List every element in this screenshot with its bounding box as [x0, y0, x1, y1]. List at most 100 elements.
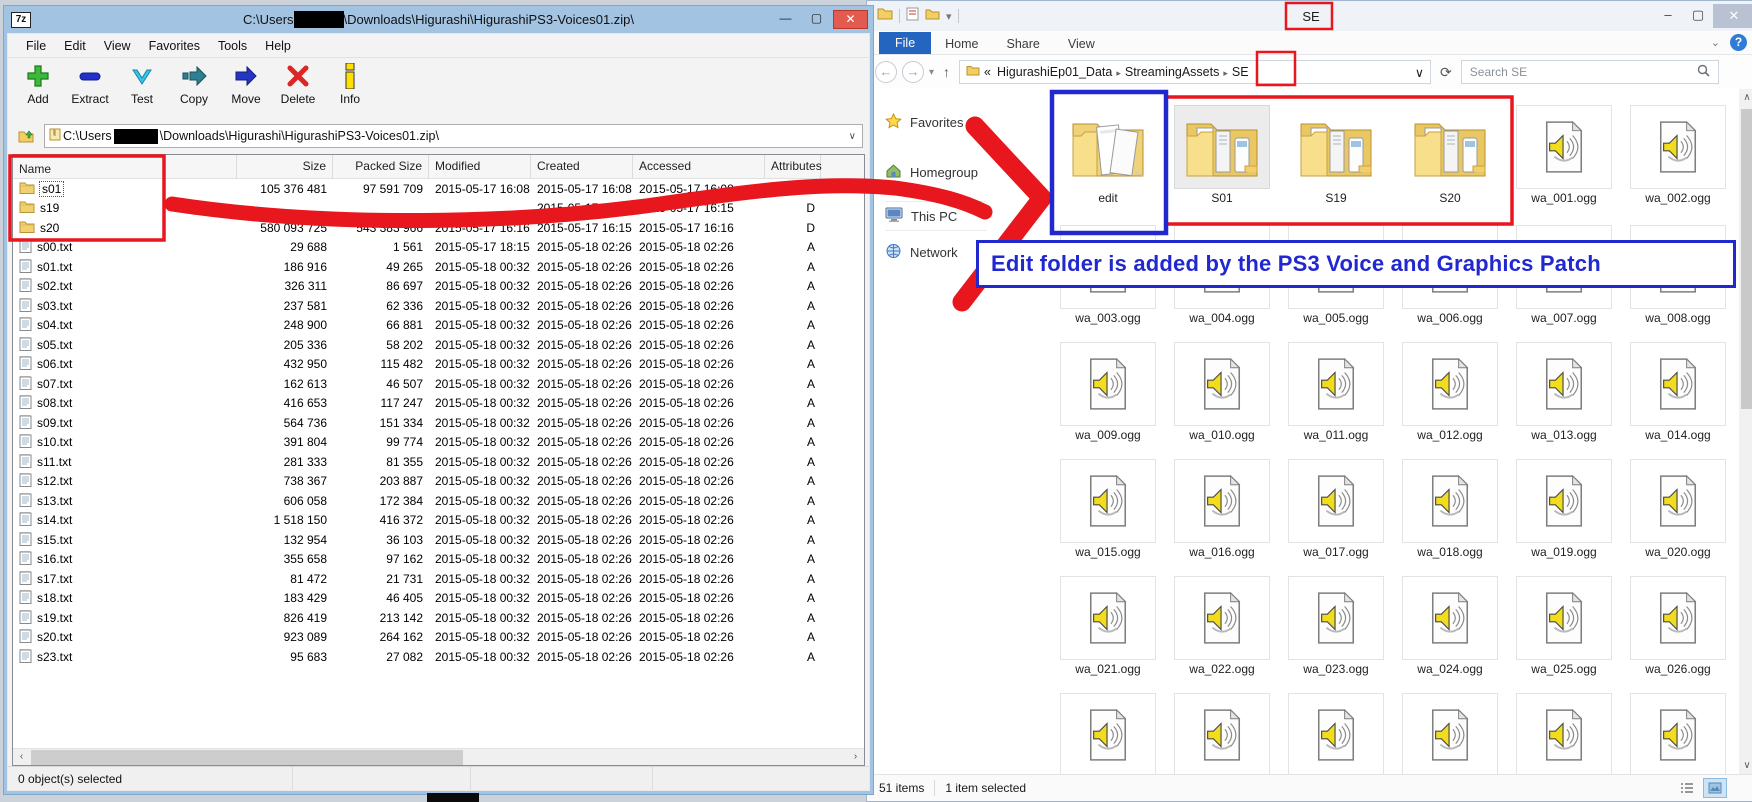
table-row[interactable]: s12.txt 738 367 203 887 2015-05-18 00:32…: [13, 472, 864, 492]
menu-item-view[interactable]: View: [96, 37, 139, 55]
table-row[interactable]: s01.txt 186 916 49 265 2015-05-18 00:32 …: [13, 257, 864, 277]
table-row[interactable]: s10.txt 391 804 99 774 2015-05-18 00:32 …: [13, 433, 864, 453]
file-tile-wa_016-ogg[interactable]: wa_016.ogg: [1171, 459, 1273, 560]
column-header-packed-size[interactable]: Packed Size: [333, 155, 429, 178]
hscrollbar-thumb[interactable]: [31, 750, 463, 765]
table-row[interactable]: s07.txt 162 613 46 507 2015-05-18 00:32 …: [13, 374, 864, 394]
table-row[interactable]: s11.txt 281 333 81 355 2015-05-18 00:32 …: [13, 452, 864, 472]
ribbon-tab-share[interactable]: Share: [993, 34, 1054, 54]
file-tile-wa_026-ogg[interactable]: wa_026.ogg: [1627, 576, 1729, 677]
back-button[interactable]: ←: [875, 61, 897, 83]
breadcrumb-chevron-icon[interactable]: ▸: [1114, 68, 1123, 78]
help-icon[interactable]: ?: [1730, 34, 1747, 51]
file-tile-wa_023-ogg[interactable]: wa_023.ogg: [1285, 576, 1387, 677]
table-row[interactable]: s09.txt 564 736 151 334 2015-05-18 00:32…: [13, 413, 864, 433]
column-header-size[interactable]: Size: [237, 155, 333, 178]
explorer-close-button[interactable]: ✕: [1713, 4, 1752, 28]
file-tile-wa_014-ogg[interactable]: wa_014.ogg: [1627, 342, 1729, 443]
table-row[interactable]: s14.txt 1 518 150 416 372 2015-05-18 00:…: [13, 511, 864, 531]
address-dropdown-chevron-icon[interactable]: ∨: [1415, 65, 1424, 80]
sevenzip-address-input[interactable]: C:\Users\Downloads\Higurashi\HigurashiPS…: [44, 124, 863, 148]
sidebar-item-favorites[interactable]: Favorites: [885, 113, 963, 132]
ribbon-expand-chevron-icon[interactable]: ⌄: [1711, 36, 1720, 49]
menu-item-help[interactable]: Help: [257, 37, 299, 55]
file-tile-wa_009-ogg[interactable]: wa_009.ogg: [1057, 342, 1159, 443]
file-tile-wa_011-ogg[interactable]: wa_011.ogg: [1285, 342, 1387, 443]
up-button[interactable]: ↑: [939, 64, 954, 80]
scroll-left-arrow-icon[interactable]: ‹: [13, 749, 30, 765]
scrollbar-up-arrow-icon[interactable]: ∧: [1739, 92, 1752, 103]
refresh-icon[interactable]: ⟳: [1436, 64, 1456, 81]
folder-tile-edit[interactable]: edit: [1057, 105, 1159, 206]
file-tile-wa_001-ogg[interactable]: wa_001.ogg: [1513, 105, 1615, 206]
folder-tile-s19[interactable]: S19: [1285, 105, 1387, 206]
file-tile-wa_025-ogg[interactable]: wa_025.ogg: [1513, 576, 1615, 677]
column-header-name[interactable]: Name: [13, 155, 237, 178]
info-button[interactable]: Info: [326, 62, 374, 106]
root-folder-icon[interactable]: [14, 125, 38, 147]
sidebar-item-network[interactable]: Network: [885, 243, 958, 262]
table-row[interactable]: s05.txt 205 336 58 202 2015-05-18 00:32 …: [13, 335, 864, 355]
sevenzip-close-button[interactable]: ✕: [833, 10, 868, 29]
file-tile[interactable]: [1399, 693, 1501, 774]
folder-tile-s20[interactable]: S20: [1399, 105, 1501, 206]
column-header-modified[interactable]: Modified: [429, 155, 531, 178]
file-tile-wa_010-ogg[interactable]: wa_010.ogg: [1171, 342, 1273, 443]
file-tile[interactable]: [1171, 693, 1273, 774]
details-view-button[interactable]: [1675, 778, 1699, 798]
menu-item-edit[interactable]: Edit: [56, 37, 94, 55]
file-tile-wa_002-ogg[interactable]: wa_002.ogg: [1627, 105, 1729, 206]
file-tile-wa_015-ogg[interactable]: wa_015.ogg: [1057, 459, 1159, 560]
sidebar-item-this-pc[interactable]: This PC: [885, 201, 987, 231]
sevenzip-maximize-button[interactable]: ▢: [802, 10, 831, 29]
scrollbar-thumb[interactable]: [1741, 109, 1752, 409]
table-row[interactable]: s04.txt 248 900 66 881 2015-05-18 00:32 …: [13, 316, 864, 336]
folder-tile-s01[interactable]: S01: [1171, 105, 1273, 206]
file-tile-wa_012-ogg[interactable]: wa_012.ogg: [1399, 342, 1501, 443]
file-tile-wa_019-ogg[interactable]: wa_019.ogg: [1513, 459, 1615, 560]
table-row[interactable]: s03.txt 237 581 62 336 2015-05-18 00:32 …: [13, 296, 864, 316]
table-row[interactable]: s19.txt 826 419 213 142 2015-05-18 00:32…: [13, 608, 864, 628]
file-tile-wa_017-ogg[interactable]: wa_017.ogg: [1285, 459, 1387, 560]
breadcrumb[interactable]: « HigurashiEp01_Data▸StreamingAssets▸SE …: [959, 60, 1431, 84]
file-tile[interactable]: [1627, 693, 1729, 774]
column-header-attributes[interactable]: Attributes: [765, 155, 821, 178]
extract-button[interactable]: Extract: [66, 62, 114, 106]
menu-item-favorites[interactable]: Favorites: [141, 37, 208, 55]
file-tile-wa_018-ogg[interactable]: wa_018.ogg: [1399, 459, 1501, 560]
breadcrumb-item-streamingassets[interactable]: StreamingAssets: [1123, 65, 1221, 79]
file-tile-wa_024-ogg[interactable]: wa_024.ogg: [1399, 576, 1501, 677]
table-row[interactable]: s08.txt 416 653 117 247 2015-05-18 00:32…: [13, 394, 864, 414]
forward-button[interactable]: →: [902, 61, 924, 83]
breadcrumb-item-se[interactable]: SE: [1230, 65, 1251, 79]
table-row[interactable]: s20 580 093 725 543 383 966 2015-05-17 1…: [13, 218, 864, 238]
table-row[interactable]: s01 105 376 481 97 591 709 2015-05-17 16…: [13, 179, 864, 199]
scroll-right-arrow-icon[interactable]: ›: [847, 749, 864, 765]
column-header-created[interactable]: Created: [531, 155, 633, 178]
ribbon-tab-view[interactable]: View: [1054, 34, 1109, 54]
table-row[interactable]: s16.txt 355 658 97 162 2015-05-18 00:32 …: [13, 550, 864, 570]
address-dropdown-chevron-icon[interactable]: ∨: [849, 131, 858, 142]
file-tile[interactable]: [1513, 693, 1615, 774]
menu-item-tools[interactable]: Tools: [210, 37, 255, 55]
table-row[interactable]: s15.txt 132 954 36 103 2015-05-18 00:32 …: [13, 530, 864, 550]
move-button[interactable]: Move: [222, 62, 270, 106]
file-tile-wa_013-ogg[interactable]: wa_013.ogg: [1513, 342, 1615, 443]
menu-item-file[interactable]: File: [18, 37, 54, 55]
table-row[interactable]: s19 2015-05-17 16:14 2015-05-17 16:15 D: [13, 199, 864, 219]
table-row[interactable]: s18.txt 183 429 46 405 2015-05-18 00:32 …: [13, 589, 864, 609]
horizontal-scrollbar[interactable]: ‹ ›: [13, 748, 864, 765]
table-row[interactable]: s20.txt 923 089 264 162 2015-05-18 00:32…: [13, 628, 864, 648]
thumbnails-view-button[interactable]: [1703, 778, 1727, 798]
search-input[interactable]: Search SE: [1461, 60, 1719, 84]
file-tile-wa_021-ogg[interactable]: wa_021.ogg: [1057, 576, 1159, 677]
file-tile-wa_020-ogg[interactable]: wa_020.ogg: [1627, 459, 1729, 560]
explorer-maximize-button[interactable]: ▢: [1683, 5, 1713, 27]
table-row[interactable]: s00.txt 29 688 1 561 2015-05-17 18:15 20…: [13, 238, 864, 258]
recent-locations-chevron-icon[interactable]: ▾: [929, 67, 934, 78]
add-button[interactable]: Add: [14, 62, 62, 106]
breadcrumb-item-higurashiep01_data[interactable]: HigurashiEp01_Data: [995, 65, 1114, 79]
vertical-scrollbar[interactable]: ∧ ∨: [1739, 89, 1752, 774]
file-tile[interactable]: [1285, 693, 1387, 774]
breadcrumb-chevron-icon[interactable]: ▸: [1221, 68, 1230, 78]
